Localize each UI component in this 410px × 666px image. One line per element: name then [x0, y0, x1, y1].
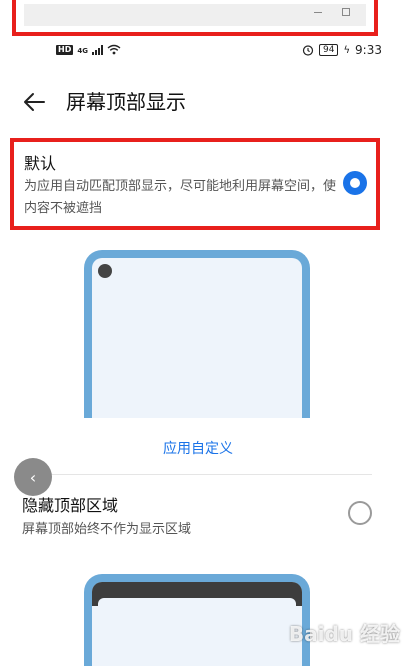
phone-preview-default: [84, 250, 310, 418]
radio-selected-dot: [350, 178, 360, 188]
alarm-icon: [302, 45, 314, 56]
option-hide-radio[interactable]: [348, 501, 372, 525]
preview-screen: [98, 598, 296, 666]
chevron-left-icon: ‹: [29, 467, 37, 487]
option-hide-description: 屏幕顶部始终不作为显示区域: [22, 522, 192, 537]
hd-badge: HD: [56, 45, 74, 55]
option-default-description: 为应用自动匹配顶部显示，尽可能地利用屏幕空间，使内容不被遮挡: [24, 179, 337, 216]
option-hide-title: 隐藏顶部区域: [22, 496, 119, 515]
maximize-icon[interactable]: [342, 8, 350, 16]
back-arrow-icon[interactable]: [20, 88, 48, 116]
window-title-bar: [12, 0, 378, 36]
network-type: 4G: [77, 47, 88, 55]
status-bar: HD 4G 94 ϟ 9:33: [0, 40, 410, 62]
phone-preview-hide: [84, 574, 310, 666]
wifi-icon: [107, 44, 121, 55]
status-left: HD 4G: [56, 44, 121, 55]
charging-icon: ϟ: [343, 44, 351, 56]
minimize-icon[interactable]: [314, 12, 322, 13]
divider: [22, 474, 372, 475]
app-header: 屏幕顶部显示: [0, 80, 410, 124]
battery-level: 94: [318, 44, 339, 56]
app-customize-link[interactable]: 应用自定义: [0, 438, 396, 458]
status-time: 9:33: [355, 43, 382, 57]
watermark-logo: Baidu 经验: [288, 622, 400, 646]
option-default-radio[interactable]: [343, 171, 367, 195]
signal-icon: [91, 45, 103, 55]
status-right: 94 ϟ 9:33: [302, 43, 382, 57]
option-default-title: 默认: [24, 154, 57, 173]
window-title-area: [24, 4, 366, 26]
camera-hole-icon: [98, 264, 112, 278]
page-title: 屏幕顶部显示: [66, 90, 186, 114]
option-default[interactable]: 默认 为应用自动匹配顶部显示，尽可能地利用屏幕空间，使内容不被遮挡: [10, 138, 380, 230]
option-hide-top[interactable]: 隐藏顶部区域 屏幕顶部始终不作为显示区域: [0, 488, 410, 544]
